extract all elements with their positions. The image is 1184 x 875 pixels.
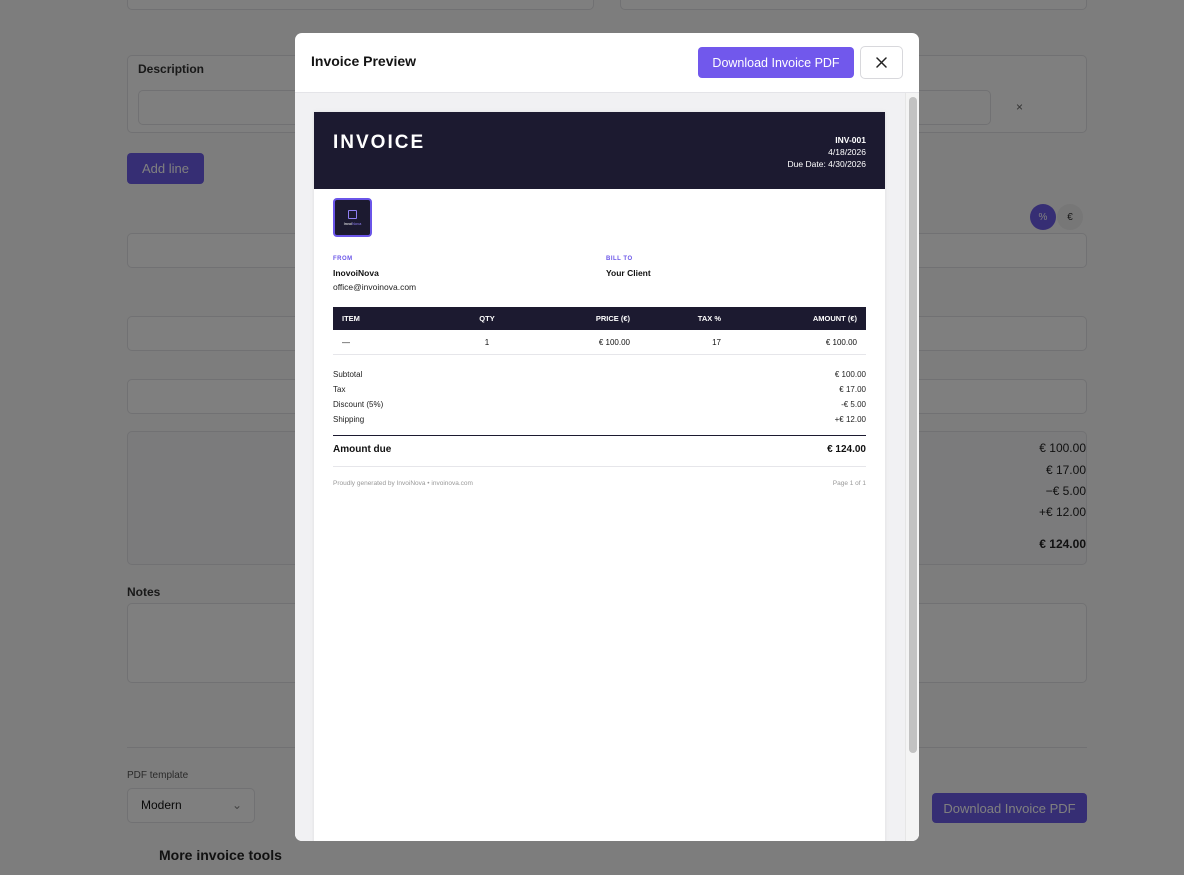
modal-title: Invoice Preview [311,53,417,69]
subtotal-value: € 100.00 [834,370,866,379]
from-name: InovoiNova [333,268,379,278]
col-tax: TAX % [697,314,721,323]
amount-due-value: € 124.00 [827,444,866,455]
from-email: office@invoinova.com [333,282,417,292]
from-label: FROM [333,256,353,262]
page-number: Page 1 of 1 [832,480,866,487]
preview-scrollbar[interactable] [905,93,919,841]
row-tax: 17 [712,338,721,347]
footer-credit: Proudly generated by InvoiNova • invoino… [333,480,473,487]
shipping-row: Shipping +€ 12.00 [333,415,866,427]
shipping-label: Shipping [333,415,365,424]
invoice-due-date: Due Date: 4/30/2026 [787,159,866,169]
tax-row: Tax € 17.00 [333,385,866,397]
row-price: € 100.00 [598,338,630,347]
row-amount: € 100.00 [825,338,857,347]
modal-header: Invoice Preview Download Invoice PDF [295,33,919,93]
invoice-paper: INVOICE INV-001 4/18/2026 Due Date: 4/30… [314,112,885,841]
discount-label: Discount (5%) [333,400,384,409]
amount-due-row: Amount due € 124.00 [333,444,866,458]
bill-to-name: Your Client [606,268,651,278]
close-button[interactable] [860,46,903,79]
scrollbar-thumb[interactable] [909,97,917,753]
col-item: ITEM [342,314,360,323]
bill-to-label: BILL TO [606,256,633,262]
col-qty: QTY [479,314,495,323]
invoice-meta: INV-001 4/18/2026 Due Date: 4/30/2026 [788,134,866,170]
invoice-preview-modal: Invoice Preview Download Invoice PDF INV… [295,33,919,841]
row-qty: 1 [484,338,490,347]
discount-value: -€ 5.00 [841,400,866,409]
totals-divider [333,435,866,436]
amount-due-label: Amount due [333,444,392,455]
subtotal-label: Subtotal [333,370,363,379]
discount-row: Discount (5%) -€ 5.00 [333,400,866,412]
col-price: PRICE (€) [595,314,630,323]
invoice-heading: INVOICE [333,132,426,153]
download-invoice-pdf-button[interactable]: Download Invoice PDF [698,47,854,78]
company-logo: InvoiNova [333,198,372,237]
table-row: — 1 € 100.00 17 € 100.00 [333,330,866,355]
document-icon [348,209,357,219]
invoice-date: 4/18/2026 [828,147,866,157]
row-item: — [342,338,350,347]
subtotal-row: Subtotal € 100.00 [333,370,866,382]
close-icon [876,57,887,68]
tax-label: Tax [333,385,346,394]
tax-value: € 17.00 [839,385,866,394]
invoice-number: INV-001 [835,135,866,145]
col-amount: AMOUNT (€) [812,314,857,323]
items-table-header: ITEM QTY PRICE (€) TAX % AMOUNT (€) [333,307,866,330]
logo-text: InvoiNova [343,220,362,226]
modal-body: INVOICE INV-001 4/18/2026 Due Date: 4/30… [295,93,919,841]
shipping-value: +€ 12.00 [834,415,866,424]
invoice-header-band: INVOICE INV-001 4/18/2026 Due Date: 4/30… [314,112,885,189]
footer-divider [333,466,866,467]
